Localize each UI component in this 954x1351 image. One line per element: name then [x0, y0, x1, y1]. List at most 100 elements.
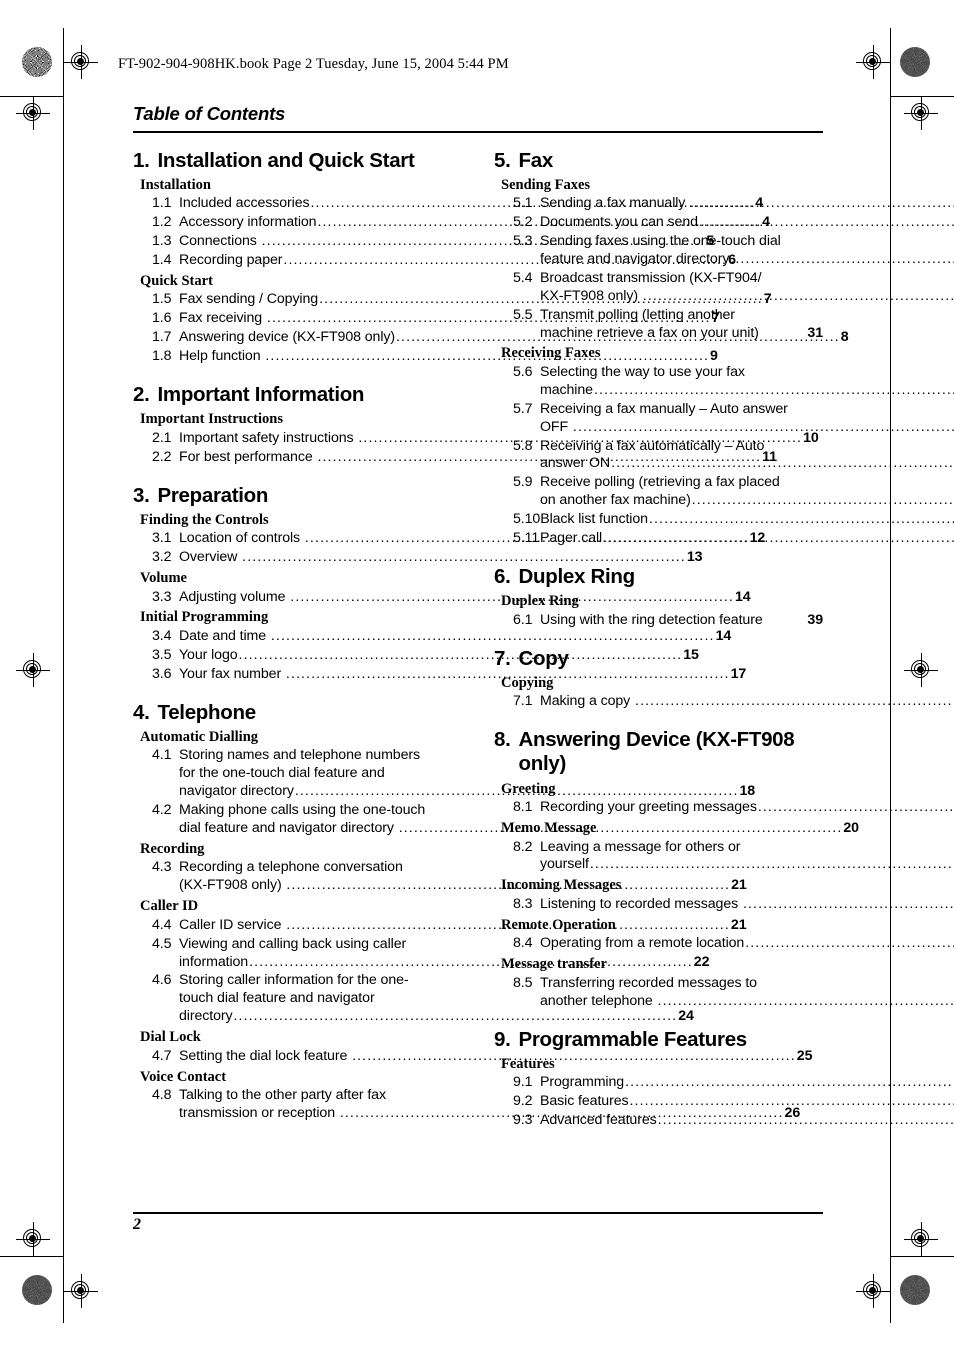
toc-entry[interactable]: 4.7 Setting the dial lock feature 25 — [133, 1047, 812, 1066]
section-subheading: Initial Programming — [140, 609, 269, 626]
toc-entry-line: Your logo — [179, 646, 238, 663]
toc-entry[interactable]: 1.3Connections 5 — [133, 233, 714, 251]
toc-entry-line: Receiving a fax automatically – Auto — [540, 437, 765, 454]
toc-entry-number: 3.5 — [152, 646, 172, 663]
toc-entry[interactable]: 1.8Help function 9 — [133, 348, 718, 366]
leader-dots — [399, 820, 843, 838]
toc-entry-page-number: 15 — [683, 646, 699, 663]
halftone-swatch-top-right — [900, 47, 930, 77]
toc-entry[interactable]: 5.8 Receiving a fax automatically – Auto a… — [494, 438, 823, 474]
toc-entry-line: Sending faxes using the one-touch dial — [540, 233, 781, 250]
chapter-number: 5. — [494, 148, 511, 172]
toc-entry-lastline: Programming47 — [540, 1074, 954, 1092]
toc-entry-line: Listening to recorded messages — [540, 895, 742, 912]
toc-entry-lastline: on another fax machine)37 — [540, 492, 954, 510]
toc-entry-body: Receiving a fax automatically – Auto answ… — [540, 438, 954, 474]
toc-entry-line: for the one-touch dial feature and — [179, 765, 385, 782]
leader-dots — [699, 214, 954, 232]
toc-entry-line: Broadcast transmission (KX-FT904/ — [540, 269, 762, 286]
leader-dots — [590, 856, 954, 874]
toc-entry[interactable]: 5.2Documents you can send27 — [494, 214, 823, 232]
toc-entry[interactable]: 4.3 Recording a telephone conversation (KX… — [133, 859, 747, 895]
toc-entry[interactable]: 2.2For best performance 11 — [133, 448, 777, 467]
toc-entry-lastline: directory 24 — [179, 1008, 694, 1026]
toc-entry-body: Adjusting volume 14 — [179, 589, 751, 607]
toc-entry[interactable]: 8.4Operating from a remote location44 — [494, 935, 823, 953]
toc-entry[interactable]: 1.4Recording paper6 — [133, 252, 736, 270]
toc-entry-number: 2.2 — [152, 448, 172, 465]
toc-entry[interactable]: 8.2 Leaving a message for others or yourse… — [494, 839, 823, 875]
toc-entry-line: Programming — [540, 1074, 625, 1091]
toc-entry[interactable]: 5.4 Broadcast transmission (KX-FT904/KX-F… — [494, 270, 823, 306]
toc-entry-number: 4.6 — [152, 972, 172, 989]
toc-entry-number: 7.1 — [513, 693, 533, 710]
toc-entry-lastline: Caller ID service 21 — [179, 917, 747, 935]
toc-entry-lastline: machine32 — [540, 382, 954, 400]
toc-entry-body: Overview 13 — [179, 549, 703, 567]
toc-entry[interactable]: 6.1 Using with the ring detection feature… — [494, 612, 823, 630]
toc-entry-lastline: feature and navigator directory28 — [540, 251, 954, 269]
toc-entry[interactable]: 7.1Making a copy 40 — [494, 693, 823, 711]
toc-entry-line: dial feature and navigator directory — [179, 819, 398, 836]
toc-entry-line: Date and time — [179, 628, 270, 645]
toc-entry[interactable]: 4.8 Talking to the other party after fax t… — [133, 1087, 800, 1123]
toc-entry-line: Caller ID service — [179, 916, 286, 933]
toc-entry[interactable]: 3.6 Your fax number 17 — [133, 666, 746, 684]
toc-entry[interactable]: 3.2 Overview 13 — [133, 549, 703, 567]
toc-entry-body: Making a copy 40 — [540, 693, 954, 711]
toc-entry-lastline: machine retrieve a fax on your unit) 31 — [540, 325, 823, 343]
toc-entry[interactable]: 2.1Important safety instructions 10 — [133, 429, 819, 448]
leader-dots — [249, 954, 693, 972]
halftone-swatch-bottom-left — [22, 1275, 52, 1305]
toc-entry[interactable]: 1.6Fax receiving 7 — [133, 310, 720, 328]
toc-entry-body: Sending a fax manually 27 — [540, 195, 954, 213]
toc-entry[interactable]: 5.6 Selecting the way to use your fax mach… — [494, 364, 823, 400]
toc-entry[interactable]: 5.5 Transmit polling (letting another mach… — [494, 307, 823, 343]
toc-entry[interactable]: 3.5 Your logo 15 — [133, 646, 699, 665]
section-subheading: Dial Lock — [140, 1029, 201, 1046]
toc-entry-lastline: Your logo 15 — [179, 647, 699, 665]
toc-entry[interactable]: 4.6 Storing caller information for the on… — [133, 972, 694, 1026]
chapter-heading: 3. Preparation — [133, 484, 462, 508]
toc-entry[interactable]: 4.2 Making phone calls using the one-touc… — [133, 802, 859, 838]
toc-entry[interactable]: 3.3 Adjusting volume 14 — [133, 589, 751, 607]
trim-line-bottom-right — [890, 1256, 954, 1257]
registration-mark-bottom-right — [856, 1274, 890, 1308]
toc-entry-line: Important safety instructions — [179, 429, 358, 446]
toc-entry[interactable]: 8.3Listening to recorded messages 42 — [494, 896, 823, 914]
toc-entry[interactable]: 5.10Black list function37 — [494, 511, 823, 529]
toc-entry-body: Transferring recorded messages to another… — [540, 975, 954, 1011]
leader-dots — [745, 935, 954, 953]
toc-entry[interactable]: 3.1Location of controls 12 — [133, 530, 765, 548]
toc-entry[interactable]: 4.1 Storing names and telephone numbers fo… — [133, 747, 755, 801]
toc-entry[interactable]: 8.5 Transferring recorded messages to anot… — [494, 975, 823, 1011]
toc-entry-number: 5.6 — [513, 364, 533, 380]
toc-entry-line: yourself — [540, 856, 589, 873]
toc-entry[interactable]: 3.4 Date and time 14 — [133, 628, 731, 646]
toc-entry-lastline: answer ON35 — [540, 455, 954, 473]
toc-entry[interactable]: 1.2Accessory information4 — [133, 214, 770, 232]
toc-entry-body: Basic features48 — [540, 1093, 954, 1111]
toc-entry-lastline: Date and time 14 — [179, 628, 731, 646]
toc-entry-lastline: dial feature and navigator directory 20 — [179, 820, 859, 838]
toc-entry[interactable]: 1.1Included accessories4 — [133, 195, 763, 213]
toc-entry[interactable]: 5.1Sending a fax manually 27 — [494, 195, 823, 213]
toc-entry[interactable]: 5.7 Receiving a fax manually – Auto answe… — [494, 401, 823, 437]
toc-entry[interactable]: 4.4 Caller ID service 21 — [133, 917, 747, 935]
toc-entry-line: machine retrieve a fax on your unit) — [540, 324, 763, 341]
toc-entry[interactable]: 5.9 Receive polling (retrieving a fax pla… — [494, 474, 823, 510]
toc-entry[interactable]: 9.2Basic features48 — [494, 1093, 823, 1111]
toc-entry-line: KX-FT908 only) — [540, 287, 642, 304]
toc-entry-lastline: Sending a fax manually 27 — [540, 195, 954, 213]
toc-entry[interactable]: 9.3Advanced features49 — [494, 1112, 823, 1130]
toc-entry-page-number: 21 — [731, 877, 747, 894]
toc-entry[interactable]: 4.5 Viewing and calling back using caller… — [133, 936, 709, 972]
toc-entry[interactable]: 5.11Pager call38 — [494, 530, 823, 548]
toc-entry-line: Setting the dial lock feature — [179, 1047, 352, 1064]
toc-entry[interactable]: 1.7 Answering device (KX-FT908 only) 8 — [133, 329, 849, 347]
toc-entry[interactable]: 8.1Recording your greeting messages41 — [494, 799, 823, 817]
toc-entry[interactable]: 5.3 Sending faxes using the one-touch dia… — [494, 233, 823, 269]
toc-entry[interactable]: 1.5Fax sending / Copying7 — [133, 291, 772, 309]
toc-entry-number: 3.2 — [152, 549, 172, 566]
toc-entry[interactable]: 9.1Programming47 — [494, 1074, 823, 1092]
